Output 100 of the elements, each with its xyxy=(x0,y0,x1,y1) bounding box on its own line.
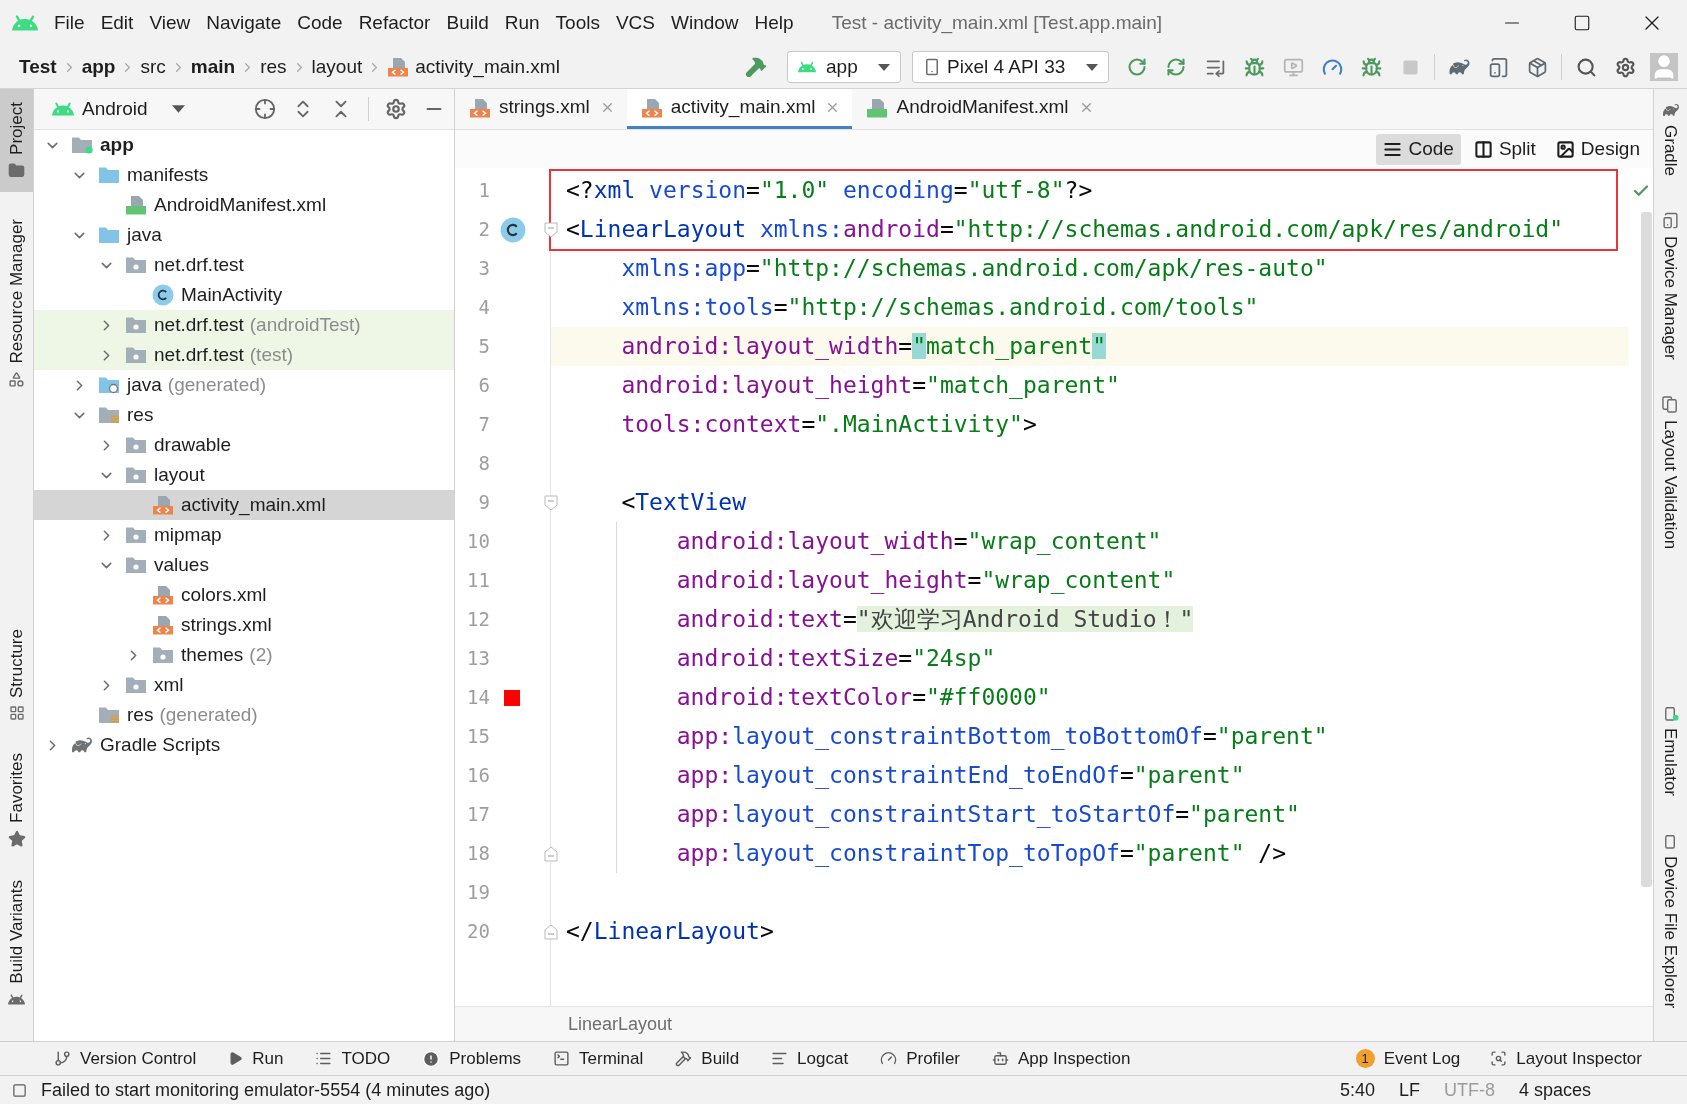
package-icon[interactable] xyxy=(1526,56,1548,78)
menu-item[interactable]: Build xyxy=(438,4,497,42)
tool-window-button[interactable]: Version Control xyxy=(38,1045,213,1072)
tool-window-tab[interactable]: Resource Manager xyxy=(0,205,33,401)
tool-window-button[interactable]: Profiler xyxy=(864,1045,976,1072)
breadcrumb-item[interactable]: layout xyxy=(311,52,363,82)
tree-item[interactable]: res xyxy=(34,400,454,430)
tree-item[interactable]: java xyxy=(34,220,454,250)
view-mode-tab[interactable]: Design xyxy=(1548,133,1647,165)
breadcrumb-item[interactable]: activity_main.xml xyxy=(387,52,560,82)
tree-item[interactable]: net.drf.test (androidTest) xyxy=(34,310,454,340)
tool-window-tab[interactable]: Favorites xyxy=(0,740,33,862)
settings-icon[interactable] xyxy=(385,98,407,120)
menu-item[interactable]: File xyxy=(46,4,93,42)
square-icon[interactable] xyxy=(12,1082,27,1098)
menu-item[interactable]: Refactor xyxy=(350,4,439,42)
breadcrumb-item[interactable]: res xyxy=(260,52,287,82)
phone-tablet-icon[interactable] xyxy=(1487,56,1509,78)
fold-marker-icon[interactable] xyxy=(544,494,558,511)
settings-icon[interactable] xyxy=(1614,56,1636,78)
tool-window-button[interactable]: TODO xyxy=(299,1045,407,1072)
menu-item[interactable]: Code xyxy=(289,4,351,42)
fold-marker-icon[interactable] xyxy=(544,221,558,238)
tool-window-tab[interactable]: Device File Explorer xyxy=(1654,818,1687,1021)
menu-item[interactable]: View xyxy=(141,4,199,42)
status-widget[interactable]: LF xyxy=(1398,1076,1420,1104)
view-mode-tab[interactable]: Code xyxy=(1376,133,1461,165)
folder-icon xyxy=(71,136,93,154)
menu-item[interactable]: Help xyxy=(746,4,802,42)
tree-item[interactable]: mipmap xyxy=(34,520,454,550)
folder-icon xyxy=(125,316,147,334)
device-dropdown[interactable]: Pixel 4 API 33 xyxy=(912,51,1109,83)
bug-icon[interactable] xyxy=(1243,56,1265,78)
editor-tab[interactable]: activity_main.xml xyxy=(626,89,853,129)
tree-item[interactable]: colors.xml xyxy=(34,580,454,610)
run-config-dropdown[interactable]: app xyxy=(787,51,901,83)
breadcrumb-item[interactable]: Test xyxy=(19,52,57,82)
menu-item[interactable]: Window xyxy=(663,4,747,42)
tree-item[interactable]: net.drf.test (test) xyxy=(34,340,454,370)
maximize-icon[interactable] xyxy=(1573,14,1591,32)
breadcrumb-item[interactable]: app xyxy=(81,52,116,82)
tool-window-button[interactable]: Layout Inspector xyxy=(1475,1045,1657,1072)
tree-item[interactable]: layout xyxy=(34,460,454,490)
elephant-icon[interactable] xyxy=(1447,57,1471,77)
tool-window-tab[interactable]: Structure xyxy=(0,616,33,735)
editor-tab[interactable]: AndroidManifest.xml xyxy=(852,89,1106,129)
tree-item[interactable]: activity_main.xml xyxy=(34,490,454,520)
folder-icon xyxy=(98,166,120,184)
menu-item[interactable]: Navigate xyxy=(198,4,290,42)
status-widget[interactable]: 4 spaces xyxy=(1518,1076,1591,1104)
circle-c-icon xyxy=(500,216,526,243)
tool-window-tab[interactable]: Layout Validation xyxy=(1654,382,1687,562)
tree-item[interactable]: app xyxy=(34,130,454,160)
tree-item[interactable]: MainActivity xyxy=(34,280,454,310)
tree-item[interactable]: java (generated) xyxy=(34,370,454,400)
status-widget[interactable]: 5:40 xyxy=(1339,1076,1375,1104)
tool-window-button[interactable]: Logcat xyxy=(755,1045,865,1072)
tool-window-button[interactable]: Build xyxy=(659,1045,756,1072)
menu-item[interactable]: VCS xyxy=(607,4,663,42)
fold-marker-icon[interactable] xyxy=(544,845,558,862)
search-icon[interactable] xyxy=(1575,56,1597,78)
breadcrumb-item[interactable]: LinearLayout xyxy=(568,1010,673,1038)
view-mode-tab[interactable]: Split xyxy=(1466,133,1543,165)
tree-item[interactable]: themes (2) xyxy=(34,640,454,670)
tree-item[interactable]: strings.xml xyxy=(34,610,454,640)
tree-item[interactable]: drawable xyxy=(34,430,454,460)
menu-item[interactable]: Tools xyxy=(547,4,608,42)
tool-window-button[interactable]: Terminal xyxy=(537,1045,660,1072)
breadcrumb-item[interactable]: main xyxy=(190,52,236,82)
hammer-icon[interactable] xyxy=(745,56,767,78)
tree-item[interactable]: xml xyxy=(34,670,454,700)
tool-window-tab[interactable]: Gradle xyxy=(1654,89,1687,190)
tool-window-tab[interactable]: Emulator xyxy=(1654,690,1687,809)
scrollbar[interactable] xyxy=(1641,212,1652,887)
menu-item[interactable]: Run xyxy=(496,4,548,42)
tool-window-button[interactable]: Problems xyxy=(406,1045,538,1072)
editor-tab[interactable]: strings.xml xyxy=(455,89,627,129)
tree-item[interactable]: AndroidManifest.xml xyxy=(34,190,454,220)
tool-window-button[interactable]: App Inspection xyxy=(976,1045,1147,1072)
tree-item[interactable]: Gradle Scripts xyxy=(34,730,454,760)
tool-window-button[interactable]: Run xyxy=(212,1045,300,1072)
line-number: 9 xyxy=(477,490,490,516)
tree-item[interactable]: manifests xyxy=(34,160,454,190)
tool-window-tab[interactable]: Build Variants xyxy=(0,867,33,1021)
fold-marker-icon[interactable] xyxy=(544,923,558,940)
tree-item[interactable]: values xyxy=(34,550,454,580)
crosshair-icon[interactable] xyxy=(254,98,276,120)
tree-item[interactable]: net.drf.test xyxy=(34,250,454,280)
xml-file-icon xyxy=(152,585,174,605)
bug-icon[interactable] xyxy=(1360,56,1382,78)
circular-arrow-icon[interactable] xyxy=(1127,57,1147,77)
gauge-icon[interactable] xyxy=(1321,56,1343,78)
menu-item[interactable]: Edit xyxy=(92,4,142,42)
breadcrumb-item[interactable]: src xyxy=(140,52,166,82)
tool-window-tab[interactable]: Device Manager xyxy=(1654,199,1687,373)
color-swatch-icon[interactable] xyxy=(504,689,520,706)
tree-item[interactable]: res (generated) xyxy=(34,700,454,730)
circular-arrow-icon[interactable] xyxy=(1166,57,1186,77)
tool-window-button[interactable]: 1 Event Log xyxy=(1340,1045,1476,1072)
tool-window-tab[interactable]: Project xyxy=(0,89,33,192)
